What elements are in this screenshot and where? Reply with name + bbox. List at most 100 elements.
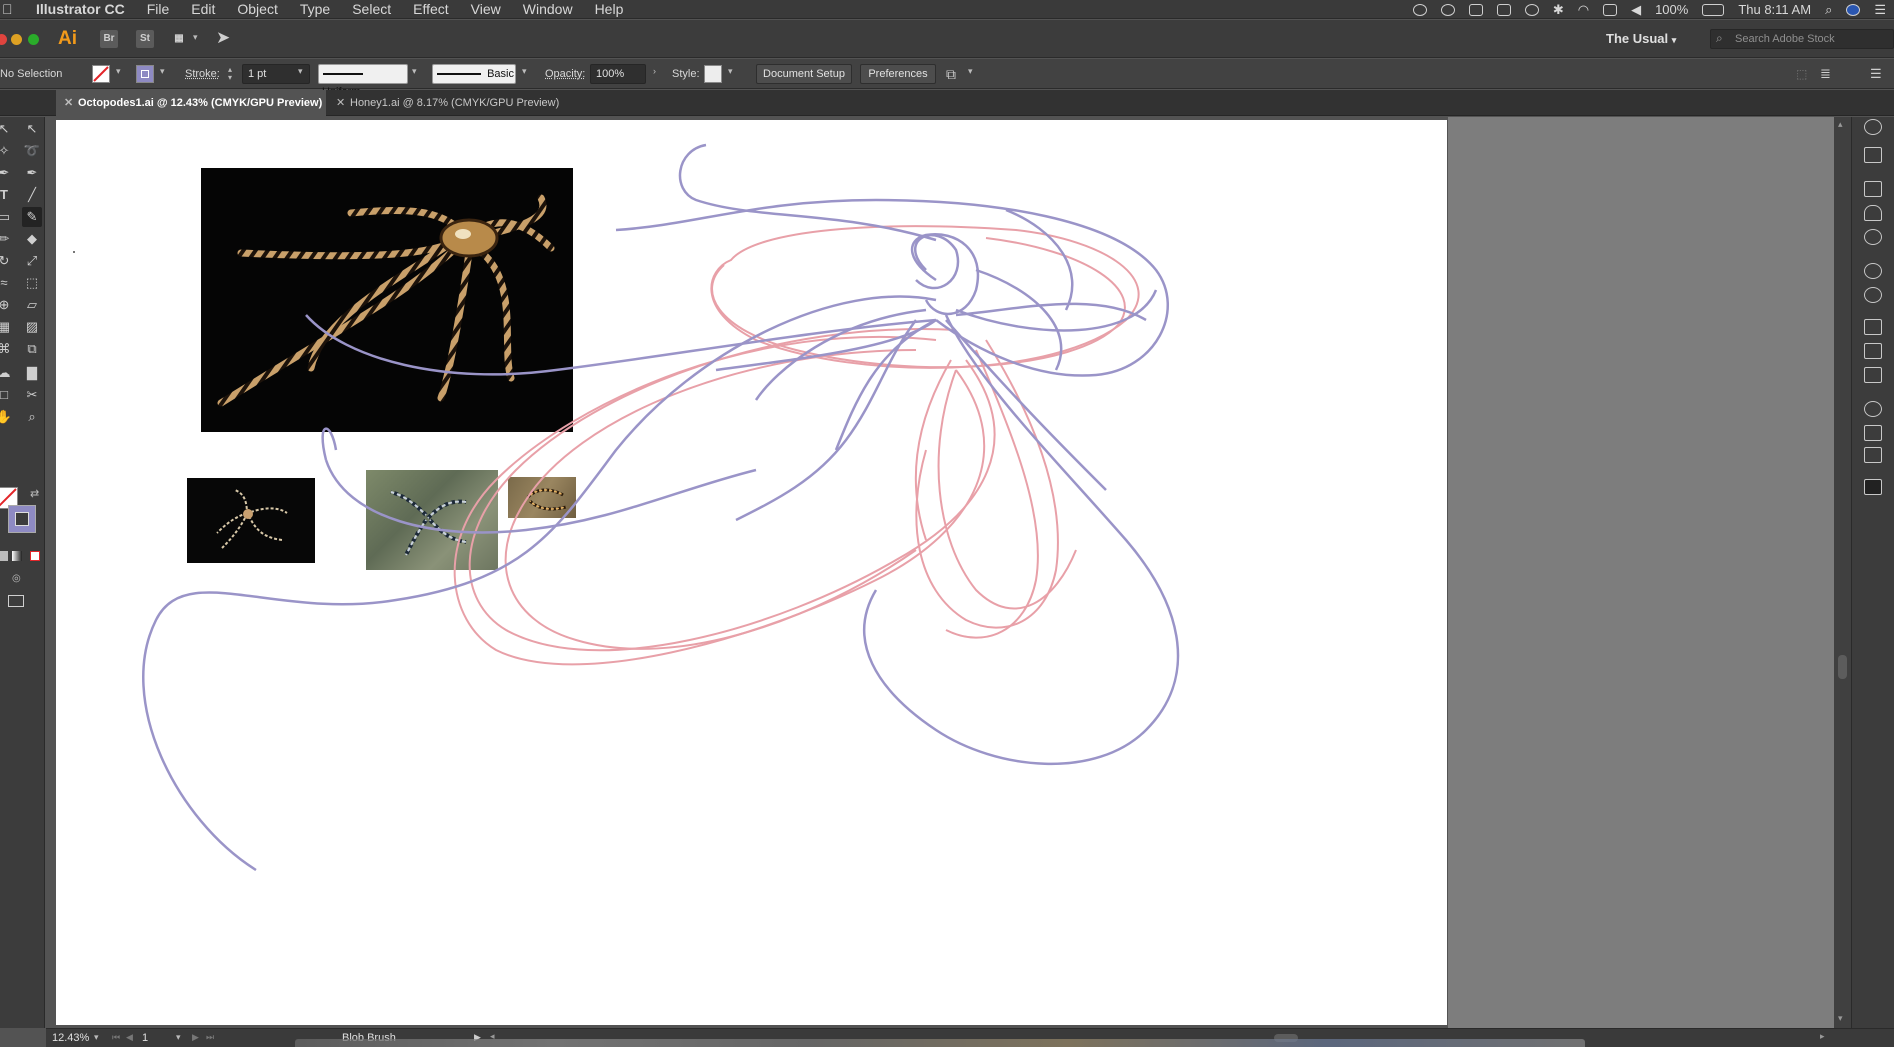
magic-wand-icon[interactable]: ✧ xyxy=(0,141,14,161)
scrollbar-thumb[interactable] xyxy=(1838,655,1847,679)
variable-width-profile[interactable]: Uniform xyxy=(318,64,408,98)
selection-icon[interactable]: ↖ xyxy=(0,119,14,139)
menu-type[interactable]: Type xyxy=(300,1,330,17)
bluetooth-icon[interactable]: ✱ xyxy=(1553,2,1564,18)
profile-chevron-icon[interactable]: ▾ xyxy=(412,66,422,80)
spotlight-icon[interactable]: ⌕ xyxy=(1825,2,1832,18)
gradient-panel-icon[interactable] xyxy=(1864,425,1882,441)
menu-edit[interactable]: Edit xyxy=(191,1,215,17)
apple-icon[interactable]:  xyxy=(2,1,16,17)
zoom-window-button[interactable] xyxy=(28,34,39,45)
first-artboard-icon[interactable]: ⏮ xyxy=(112,1032,120,1043)
artboard-icon[interactable]: □ xyxy=(0,385,14,405)
blob-brush-strokes[interactable] xyxy=(56,120,1447,1025)
pathfinder-icon[interactable] xyxy=(1864,367,1882,383)
style-chevron-icon[interactable]: ▾ xyxy=(728,66,738,80)
opacity-input[interactable]: 100% xyxy=(590,64,646,84)
sync-icon[interactable] xyxy=(1440,3,1455,16)
menu-file[interactable]: File xyxy=(147,1,170,17)
volume-icon[interactable]: ◀ xyxy=(1631,2,1641,18)
stroke-swatch[interactable] xyxy=(136,65,154,83)
workspace-switcher[interactable]: The Usual ▾ xyxy=(1606,31,1676,46)
close-tab-icon[interactable]: ✕ xyxy=(336,90,345,116)
cc-libraries-icon[interactable] xyxy=(1864,287,1882,303)
artboard-number-input[interactable]: 1 xyxy=(142,1032,148,1044)
color-mode-icon[interactable] xyxy=(0,551,8,561)
opacity-label[interactable]: Opacity: xyxy=(545,68,585,80)
free-transform-icon[interactable]: ⬚ xyxy=(22,273,42,293)
battery-percent[interactable]: 100% xyxy=(1655,2,1688,17)
mesh-icon[interactable]: ▦ xyxy=(0,317,14,337)
arrange-objects-icon[interactable]: ⧉ xyxy=(946,66,956,83)
gpu-performance-icon[interactable]: ➤ xyxy=(216,28,230,48)
fill-dropdown-chevron-icon[interactable]: ▾ xyxy=(116,66,126,80)
scroll-up-icon[interactable]: ▴ xyxy=(1838,119,1843,130)
type-icon[interactable]: T xyxy=(0,185,14,205)
properties-icon[interactable] xyxy=(1864,147,1882,163)
symbol-sprayer-icon[interactable]: ☁ xyxy=(0,363,14,383)
display-icon[interactable] xyxy=(1468,3,1483,16)
shape-builder-icon[interactable]: ⊕ xyxy=(0,295,14,315)
graph-icon[interactable]: ▇ xyxy=(22,363,42,383)
tab-octopodes1[interactable]: ✕ Octopodes1.ai @ 12.43% (CMYK/GPU Previ… xyxy=(56,90,326,116)
menu-select[interactable]: Select xyxy=(352,1,391,17)
line-icon[interactable]: ╱ xyxy=(22,185,42,205)
symbols-icon[interactable] xyxy=(1864,229,1882,245)
align-icon[interactable] xyxy=(1864,343,1882,359)
opacity-arrow-icon[interactable]: › xyxy=(653,66,663,80)
brush-chevron-icon[interactable]: ▾ xyxy=(522,66,532,80)
scroll-right-icon[interactable]: ▸ xyxy=(1820,1031,1825,1042)
tab-honey1[interactable]: ✕ Honey1.ai @ 8.17% (CMYK/GPU Preview) xyxy=(328,90,568,116)
siri-icon[interactable] xyxy=(1846,3,1861,16)
document-setup-button[interactable]: Document Setup xyxy=(756,64,852,84)
eraser-icon[interactable]: ◆ xyxy=(22,229,42,249)
zoom-chevron-icon[interactable]: ▾ xyxy=(94,1032,99,1043)
fill-swatch[interactable] xyxy=(92,65,110,83)
hand-icon[interactable]: ✋ xyxy=(0,407,14,427)
scroll-down-icon[interactable]: ▾ xyxy=(1838,1013,1843,1024)
pencil-icon[interactable]: ✏ xyxy=(0,229,14,249)
transform-icon[interactable] xyxy=(1864,319,1882,335)
macos-dock-edge[interactable] xyxy=(295,1039,1585,1047)
layers-icon[interactable] xyxy=(1864,479,1882,495)
battery-icon[interactable] xyxy=(1702,3,1725,16)
appearance-icon[interactable] xyxy=(1864,263,1882,279)
minimize-window-button[interactable] xyxy=(11,34,22,45)
arrange-dropdown-chevron-icon[interactable]: ▾ xyxy=(193,32,198,43)
stroke-panel-icon[interactable] xyxy=(1864,447,1882,463)
vertical-scrollbar[interactable]: ▴ ▾ xyxy=(1834,117,1851,1028)
creative-cloud-icon[interactable] xyxy=(1412,3,1427,16)
menu-help[interactable]: Help xyxy=(595,1,624,17)
swatches-icon[interactable] xyxy=(1864,181,1882,197)
next-artboard-icon[interactable]: ▶ xyxy=(192,1032,199,1043)
swap-fill-stroke-icon[interactable]: ⇄ xyxy=(30,487,39,500)
gradient-icon[interactable]: ▨ xyxy=(22,317,42,337)
menu-window[interactable]: Window xyxy=(523,1,573,17)
menu-view[interactable]: View xyxy=(471,1,501,17)
stroke-dropdown-chevron-icon[interactable]: ▾ xyxy=(160,66,170,80)
brushes-icon[interactable] xyxy=(1864,205,1882,221)
control-bar-menu-icon[interactable]: ☰ xyxy=(1870,66,1882,82)
last-artboard-icon[interactable]: ⏭ xyxy=(206,1032,214,1043)
airplay-icon[interactable] xyxy=(1603,3,1618,16)
rotate-icon[interactable]: ↻ xyxy=(0,251,14,271)
menu-object[interactable]: Object xyxy=(237,1,277,17)
blend-icon[interactable]: ⧉ xyxy=(22,339,42,359)
slice-icon[interactable]: ✂ xyxy=(22,385,42,405)
preferences-button[interactable]: Preferences xyxy=(860,64,936,84)
pen-icon[interactable]: ✒ xyxy=(0,163,14,183)
clock[interactable]: Thu 8:11 AM xyxy=(1738,2,1811,17)
color-icon[interactable] xyxy=(1864,401,1882,417)
warp-icon[interactable]: ≈ xyxy=(0,273,14,293)
paintbrush-icon[interactable]: ✎ xyxy=(22,207,42,227)
curvature-icon[interactable]: ✒ xyxy=(22,163,42,183)
stroke-weight-chevron-icon[interactable]: ▾ xyxy=(298,66,308,80)
menu-app-name[interactable]: Illustrator CC xyxy=(36,1,125,17)
prev-artboard-icon[interactable]: ◀ xyxy=(126,1032,133,1043)
stroke-stepper-icon[interactable]: ▴ ▾ xyxy=(228,66,232,82)
brush-definition[interactable]: Basic xyxy=(432,64,516,84)
stock-button[interactable]: St xyxy=(136,30,154,48)
lasso-icon[interactable]: ➰ xyxy=(22,141,42,161)
pasteboard[interactable] xyxy=(1448,117,1834,1028)
close-tab-icon[interactable]: ✕ xyxy=(64,90,73,116)
